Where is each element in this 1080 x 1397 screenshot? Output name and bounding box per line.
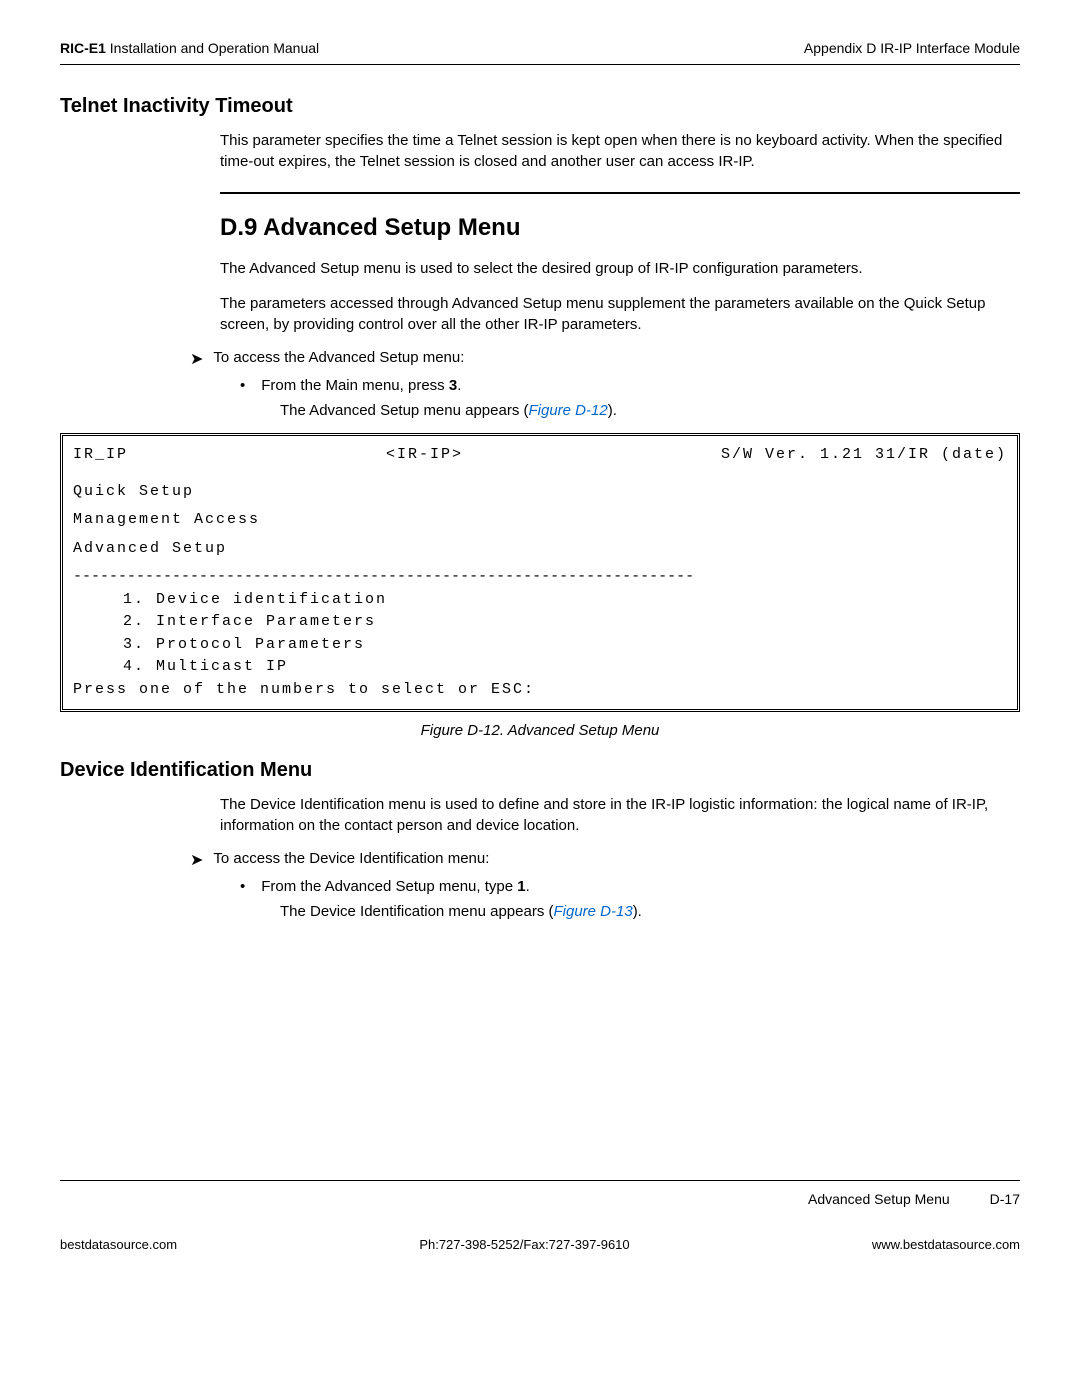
bullet-bold: 3 <box>449 377 457 394</box>
header-right: Appendix D IR-IP Interface Module <box>804 40 1020 56</box>
bullet-text: From the Main menu, press 3. <box>261 377 461 394</box>
bullet-post: . <box>457 377 461 394</box>
telnet-timeout-paragraph: This parameter specifies the time a Teln… <box>220 130 1020 172</box>
terminal-top-center: <IR-IP> <box>386 444 463 467</box>
arrow-text: To access the Advanced Setup menu: <box>213 349 464 366</box>
terminal-opt2: 2. Interface Parameters <box>123 611 1007 634</box>
figure-link-d13[interactable]: Figure D-13 <box>553 903 632 920</box>
terminal-divider: ----------------------------------------… <box>73 566 1007 589</box>
footer-section-label: Advanced Setup Menu <box>808 1191 950 1207</box>
device-id-heading: Device Identification Menu <box>60 759 1020 782</box>
bullet-bold: 1 <box>517 878 525 895</box>
bullet-icon: • <box>240 878 245 895</box>
terminal-opt1: 1. Device identification <box>123 589 1007 612</box>
bullet-post: . <box>526 878 530 895</box>
arrow-text: To access the Device Identification menu… <box>213 850 489 867</box>
figure-link-d12[interactable]: Figure D-12 <box>529 402 608 419</box>
bullet-icon: • <box>240 377 245 394</box>
terminal-opt3: 3. Protocol Parameters <box>123 634 1007 657</box>
footer-bottom: bestdatasource.com Ph:727-398-5252/Fax:7… <box>60 1237 1020 1252</box>
terminal-line3: Advanced Setup <box>73 538 1007 561</box>
result-pre: The Advanced Setup menu appears ( <box>280 402 529 419</box>
header-product: RIC-E1 <box>60 40 106 56</box>
terminal-prompt: Press one of the numbers to select or ES… <box>73 679 1007 702</box>
terminal-top-right: S/W Ver. 1.21 31/IR (date) <box>721 444 1007 467</box>
terminal-line1: Quick Setup <box>73 481 1007 504</box>
terminal-opt4: 4. Multicast IP <box>123 656 1007 679</box>
footer-top: Advanced Setup Menu D-17 <box>60 1180 1020 1207</box>
footer-page-number: D-17 <box>990 1191 1020 1207</box>
advanced-setup-para2: The parameters accessed through Advanced… <box>220 293 1020 335</box>
header-title: Installation and Operation Manual <box>106 40 319 56</box>
terminal-top-left: IR_IP <box>73 444 128 467</box>
result-post: ). <box>633 903 642 920</box>
arrow-icon: ➤ <box>190 349 203 369</box>
terminal-header: IR_IP <IR-IP> S/W Ver. 1.21 31/IR (date) <box>73 444 1007 467</box>
device-id-access-step: ➤ To access the Device Identification me… <box>190 850 1020 870</box>
advanced-setup-access-step: ➤ To access the Advanced Setup menu: <box>190 349 1020 369</box>
figure-caption-d12: Figure D-12. Advanced Setup Menu <box>60 722 1020 739</box>
footer-center: Ph:727-398-5252/Fax:727-397-9610 <box>419 1237 629 1252</box>
bullet-pre: From the Main menu, press <box>261 377 449 394</box>
advanced-setup-heading: D.9 Advanced Setup Menu <box>220 214 1020 242</box>
section-divider <box>220 192 1020 194</box>
terminal-screen: IR_IP <IR-IP> S/W Ver. 1.21 31/IR (date)… <box>60 433 1020 712</box>
terminal-line2: Management Access <box>73 509 1007 532</box>
bullet-text: From the Advanced Setup menu, type 1. <box>261 878 530 895</box>
device-id-result: The Device Identification menu appears (… <box>280 903 1020 920</box>
footer-right: www.bestdatasource.com <box>872 1237 1020 1252</box>
footer-left: bestdatasource.com <box>60 1237 177 1252</box>
result-post: ). <box>608 402 617 419</box>
advanced-setup-para1: The Advanced Setup menu is used to selec… <box>220 258 1020 279</box>
advanced-setup-result: The Advanced Setup menu appears (Figure … <box>280 402 1020 419</box>
bullet-pre: From the Advanced Setup menu, type <box>261 878 517 895</box>
page-header: RIC-E1 Installation and Operation Manual… <box>60 40 1020 65</box>
arrow-icon: ➤ <box>190 850 203 870</box>
telnet-timeout-heading: Telnet Inactivity Timeout <box>60 95 1020 118</box>
advanced-setup-bullet: • From the Main menu, press 3. <box>240 377 1020 394</box>
device-id-paragraph: The Device Identification menu is used t… <box>220 794 1020 836</box>
header-left: RIC-E1 Installation and Operation Manual <box>60 40 319 56</box>
result-pre: The Device Identification menu appears ( <box>280 903 553 920</box>
device-id-bullet: • From the Advanced Setup menu, type 1. <box>240 878 1020 895</box>
